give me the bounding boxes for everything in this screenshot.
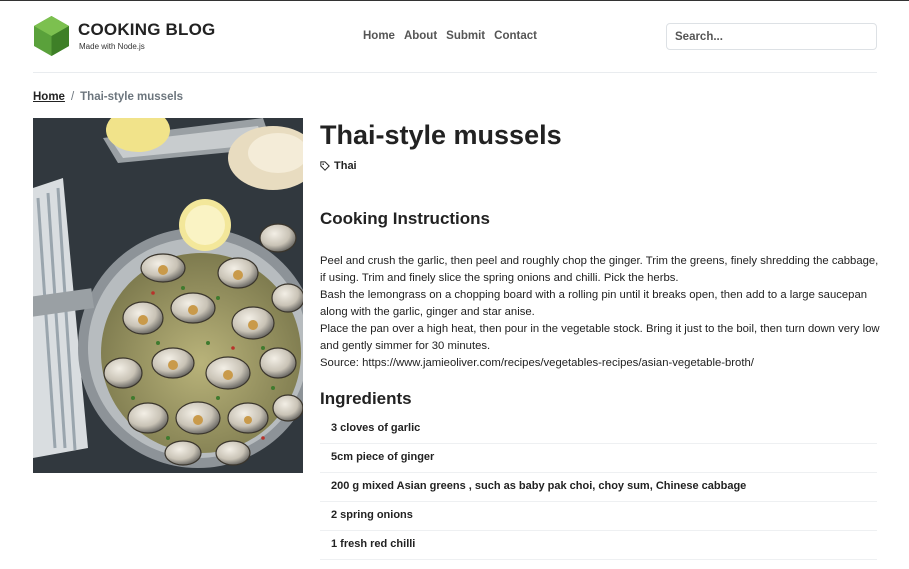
main-nav: Home About Submit Contact xyxy=(363,30,537,42)
ingredient-item: 5cm piece of ginger xyxy=(320,444,877,473)
top-border xyxy=(0,0,909,1)
breadcrumb-home-link[interactable]: Home xyxy=(33,91,65,103)
ingredients-heading: Ingredients xyxy=(320,389,412,408)
instruction-source: Source: https://www.jamieoliver.com/reci… xyxy=(320,357,754,369)
recipe-tag-label: Thai xyxy=(334,160,357,172)
hexagon-logo-icon[interactable] xyxy=(33,15,70,57)
recipe-image xyxy=(33,118,303,473)
instruction-step: Bash the lemongrass on a chopping board … xyxy=(320,289,868,318)
ingredients-list: 3 cloves of garlic 5cm piece of ginger 2… xyxy=(320,415,877,560)
ingredient-item: 3 cloves of garlic xyxy=(320,415,877,444)
ingredient-item: 2 spring onions xyxy=(320,502,877,531)
brand-subtitle: Made with Node.js xyxy=(79,42,145,51)
breadcrumb-separator: / xyxy=(70,91,75,103)
recipe-tag[interactable]: Thai xyxy=(320,160,357,172)
ingredient-item: 200 g mixed Asian greens , such as baby … xyxy=(320,473,877,502)
header-divider xyxy=(33,72,877,73)
nav-submit-link[interactable]: Submit xyxy=(446,30,485,42)
instructions-heading: Cooking Instructions xyxy=(320,209,490,228)
tag-icon xyxy=(320,161,330,171)
instruction-step: Place the pan over a high heat, then pou… xyxy=(320,323,880,352)
breadcrumb-current: Thai-style mussels xyxy=(80,91,184,103)
ingredient-item: 1 fresh red chilli xyxy=(320,531,877,560)
search-input[interactable] xyxy=(666,23,877,50)
brand-title[interactable]: COOKING BLOG xyxy=(78,20,215,40)
breadcrumb: Home / Thai-style mussels xyxy=(33,91,183,103)
instructions-text: Peel and crush the garlic, then peel and… xyxy=(320,253,882,372)
recipe-title: Thai-style mussels xyxy=(320,120,562,150)
nav-home-link[interactable]: Home xyxy=(363,30,395,42)
nav-about-link[interactable]: About xyxy=(404,30,437,42)
instruction-step: Peel and crush the garlic, then peel and… xyxy=(320,255,879,284)
site-header: COOKING BLOG Made with Node.js Home Abou… xyxy=(33,14,877,60)
nav-contact-link[interactable]: Contact xyxy=(494,30,537,42)
